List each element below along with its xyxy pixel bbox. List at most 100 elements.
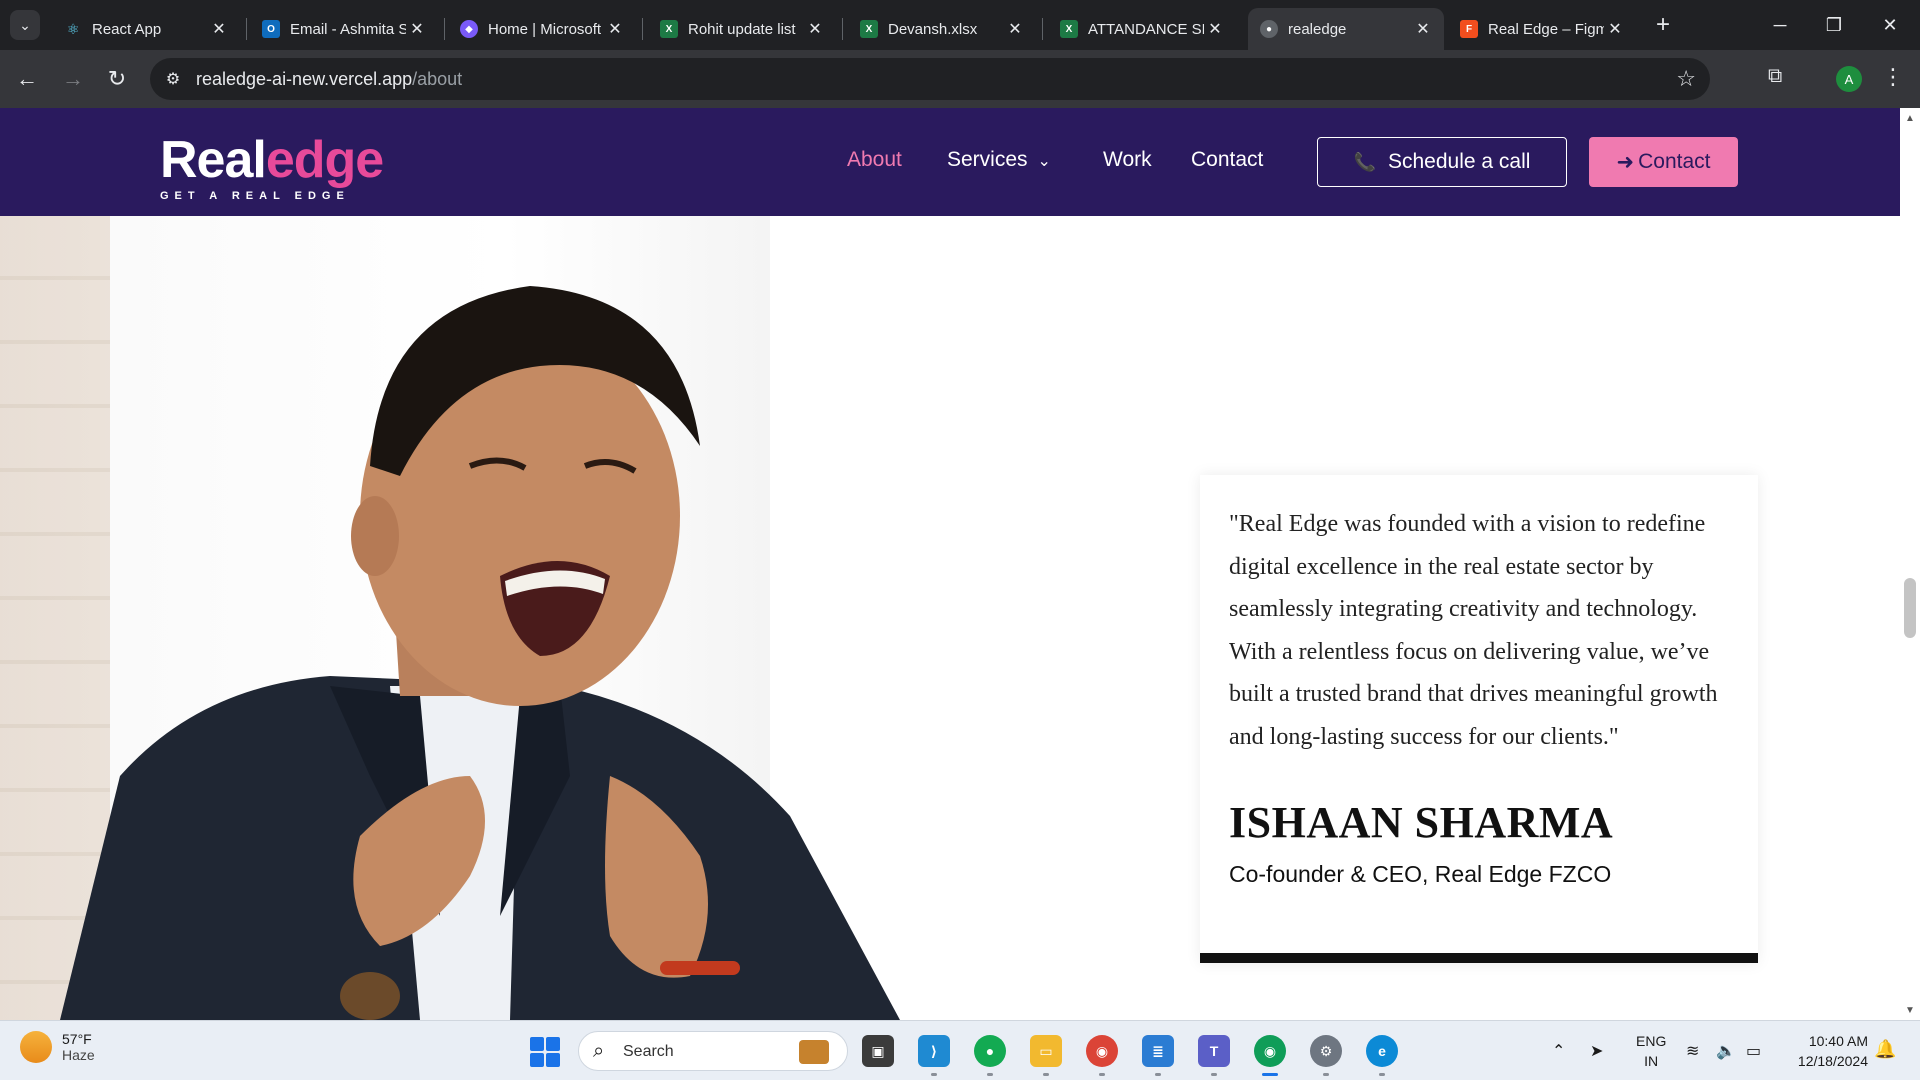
page-viewport: Realedge GET A REAL EDGE About Services ⌄… xyxy=(0,108,1920,1020)
close-icon[interactable]: ✕ xyxy=(1412,19,1434,39)
tab-react-app[interactable]: ⚛ React App ✕ xyxy=(52,8,240,50)
notepad-icon[interactable]: ≣ xyxy=(1142,1035,1174,1067)
tab-microsoft-home[interactable]: ◆ Home | Microsoft ✕ xyxy=(448,8,636,50)
tab-title: React App xyxy=(92,20,162,38)
reload-button[interactable]: ↻ xyxy=(102,64,132,94)
address-bar[interactable]: ⚙ realedge-ai-new.vercel.app/about ☆ xyxy=(150,58,1710,100)
windows-logo-tile xyxy=(530,1053,544,1067)
chrome-profile-icon[interactable]: ◉ xyxy=(1254,1035,1286,1067)
file-explorer-icon[interactable]: ▭ xyxy=(1030,1035,1062,1067)
close-icon[interactable]: ✕ xyxy=(406,19,428,39)
extensions-icon[interactable]: ⧉ xyxy=(1768,65,1794,91)
notification-bell-icon[interactable]: 🔔 xyxy=(1874,1039,1896,1060)
running-indicator xyxy=(1379,1073,1385,1076)
founder-illustration xyxy=(60,286,900,1020)
close-icon[interactable]: ✕ xyxy=(208,19,230,39)
tab-search-button[interactable]: ⌄ xyxy=(10,10,40,40)
tab-email[interactable]: O Email - Ashmita S ✕ xyxy=(250,8,438,50)
weather-sun-icon xyxy=(20,1031,52,1063)
weather-temp: 57°F xyxy=(62,1031,92,1047)
phone-icon: 📞 xyxy=(1353,151,1376,172)
close-icon[interactable]: ✕ xyxy=(1604,19,1626,39)
scroll-up-icon[interactable]: ▲ xyxy=(1904,112,1916,124)
tab-rohit-update[interactable]: X Rohit update list ✕ xyxy=(648,8,836,50)
back-button[interactable]: ← xyxy=(12,64,42,94)
minimize-button[interactable]: ─ xyxy=(1752,0,1808,50)
url-path: /about xyxy=(412,69,463,89)
close-icon[interactable]: ✕ xyxy=(604,19,626,39)
contact-button[interactable]: ➜ Contact xyxy=(1589,137,1738,187)
tab-figma[interactable]: F Real Edge – Figma ✕ xyxy=(1448,8,1636,50)
bookmark-star-icon[interactable]: ☆ xyxy=(1676,66,1696,92)
restore-button[interactable]: ❐ xyxy=(1806,0,1862,50)
windows-logo-tile xyxy=(546,1037,560,1051)
tab-title: ATTANDANCE SH xyxy=(1088,20,1204,38)
tab-title: Devansh.xlsx xyxy=(888,20,978,38)
teams-icon[interactable]: T xyxy=(1198,1035,1230,1067)
tab-devansh[interactable]: X Devansh.xlsx ✕ xyxy=(848,8,1036,50)
logo-wordmark: Realedge xyxy=(160,131,384,189)
vscode-icon[interactable]: ⟩ xyxy=(918,1035,950,1067)
location-icon[interactable]: ➤ xyxy=(1590,1041,1603,1061)
volume-icon[interactable]: 🔈 xyxy=(1716,1041,1736,1061)
tab-separator xyxy=(444,18,445,40)
task-view-icon[interactable]: ▣ xyxy=(862,1035,894,1067)
window-close-button[interactable]: ✕ xyxy=(1862,0,1918,50)
copilot-icon: ◆ xyxy=(460,20,478,38)
scrollbar-thumb[interactable] xyxy=(1904,578,1916,638)
chevron-down-icon: ⌄ xyxy=(1037,153,1051,170)
system-clock[interactable]: 10:40 AM 12/18/2024 xyxy=(1784,1031,1868,1071)
forward-button[interactable]: → xyxy=(58,64,88,94)
search-icon: ⌕ xyxy=(593,1040,605,1062)
running-indicator xyxy=(1155,1073,1161,1076)
running-indicator xyxy=(1099,1073,1105,1076)
new-tab-button[interactable]: + xyxy=(1650,11,1676,38)
weather-widget[interactable]: 57°F Haze xyxy=(20,1031,95,1063)
nav-services[interactable]: Services ⌄ xyxy=(947,148,1051,172)
founder-role: Co-founder & CEO, Real Edge FZCO xyxy=(1229,861,1612,887)
tab-title: Real Edge – Figma xyxy=(1488,20,1604,38)
scroll-down-icon[interactable]: ▼ xyxy=(1904,1004,1916,1016)
url-text[interactable]: realedge-ai-new.vercel.app/about xyxy=(196,69,462,90)
region-code: IN xyxy=(1644,1053,1659,1069)
quote-text: "Real Edge was founded with a vision to … xyxy=(1229,511,1718,750)
language-indicator[interactable]: ENG IN xyxy=(1636,1031,1666,1071)
logo-tagline: GET A REAL EDGE xyxy=(160,190,350,202)
start-button[interactable] xyxy=(530,1037,560,1067)
nav-contact[interactable]: Contact xyxy=(1191,148,1263,172)
settings-icon[interactable]: ⚙ xyxy=(1310,1035,1342,1067)
profile-avatar[interactable]: A xyxy=(1836,66,1862,92)
close-icon[interactable]: ✕ xyxy=(1204,19,1226,39)
battery-icon[interactable]: ▭ xyxy=(1746,1041,1761,1061)
founder-photo xyxy=(0,216,1140,1020)
browser-menu-icon[interactable]: ⋮ xyxy=(1882,64,1904,90)
excel-icon: X xyxy=(860,20,878,38)
nav-about[interactable]: About xyxy=(847,148,902,172)
mongodb-compass-icon[interactable]: ● xyxy=(974,1035,1006,1067)
chrome-icon[interactable]: ◉ xyxy=(1086,1035,1118,1067)
excel-icon: X xyxy=(1060,20,1078,38)
arrow-right-icon: ➜ xyxy=(1616,150,1635,174)
tab-separator xyxy=(1042,18,1043,40)
realedge-logo[interactable]: Realedge GET A REAL EDGE xyxy=(160,131,384,202)
schedule-call-button[interactable]: 📞 Schedule a call xyxy=(1317,137,1567,187)
page-scrollbar[interactable]: ▲ ▼ xyxy=(1900,108,1920,1020)
site-info-icon[interactable]: ⚙ xyxy=(162,68,184,90)
search-highlight-icon xyxy=(799,1040,829,1064)
site-header: Realedge GET A REAL EDGE About Services ⌄… xyxy=(0,108,1900,216)
wifi-icon[interactable]: ≋ xyxy=(1686,1041,1699,1061)
chevron-up-icon[interactable]: ⌃ xyxy=(1552,1041,1565,1061)
close-icon[interactable]: ✕ xyxy=(804,19,826,39)
tab-separator xyxy=(842,18,843,40)
running-indicator xyxy=(987,1073,993,1076)
edge-icon[interactable]: e xyxy=(1366,1035,1398,1067)
tab-attendance[interactable]: X ATTANDANCE SH ✕ xyxy=(1048,8,1236,50)
taskbar-search[interactable]: ⌕ Search xyxy=(578,1031,848,1071)
tab-realedge[interactable]: ● realedge ✕ xyxy=(1248,8,1444,50)
globe-icon: ● xyxy=(1260,20,1278,38)
logo-word-b: edge xyxy=(265,131,384,189)
tab-separator xyxy=(246,18,247,40)
clock-time: 10:40 AM xyxy=(1808,1033,1868,1049)
close-icon[interactable]: ✕ xyxy=(1004,19,1026,39)
nav-work[interactable]: Work xyxy=(1103,148,1152,172)
